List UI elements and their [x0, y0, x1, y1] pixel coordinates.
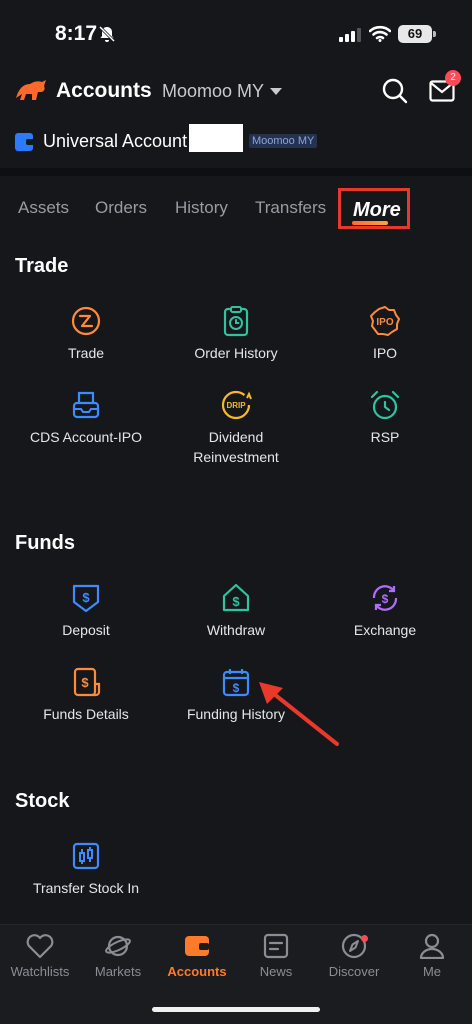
item-label: CDS Account-IPO	[29, 429, 143, 445]
transfer-stock-in-button[interactable]: Transfer Stock In	[11, 840, 161, 898]
tab-history[interactable]: History	[175, 198, 228, 218]
item-label: Transfer Stock In	[32, 880, 140, 896]
cds-account-ipo-button[interactable]: CDS Account-IPO	[11, 389, 161, 447]
deposit-icon: $	[72, 584, 100, 613]
nav-label: Accounts	[167, 964, 227, 979]
funds-details-icon: $	[73, 667, 101, 697]
alarm-clock-icon	[370, 390, 400, 420]
tab-more-label: More	[353, 199, 401, 221]
calendar-dollar-icon: $	[222, 669, 250, 697]
bell-off-icon	[98, 25, 116, 43]
nav-me[interactable]: Me	[392, 933, 472, 979]
item-label: Order History	[194, 345, 278, 361]
trade-button[interactable]: Trade	[11, 305, 161, 363]
item-label: Dividend Reinvestment	[193, 429, 279, 465]
news-icon	[263, 933, 289, 959]
heart-icon	[26, 934, 54, 959]
wallet-icon	[15, 133, 33, 151]
battery-cap	[433, 31, 436, 37]
inbox-tray-icon	[72, 391, 100, 419]
wifi-icon	[369, 25, 391, 42]
nav-label: Me	[422, 964, 442, 979]
wallet-icon	[185, 936, 209, 956]
nav-markets[interactable]: Markets	[78, 933, 158, 979]
rsp-button[interactable]: RSP	[310, 389, 460, 447]
item-label: RSP	[370, 429, 400, 445]
section-title-stock: Stock	[15, 790, 70, 812]
search-icon[interactable]	[382, 78, 408, 104]
tab-bar: Assets Orders History Transfers More	[0, 186, 472, 232]
tab-assets[interactable]: Assets	[18, 198, 69, 218]
svg-text:$: $	[81, 675, 89, 690]
cellular-signal-icon	[339, 28, 361, 42]
nav-label: News	[259, 964, 293, 979]
item-label: Exchange	[353, 622, 417, 638]
withdraw-icon: $	[222, 583, 250, 612]
exchange-icon: $	[372, 585, 398, 611]
withdraw-button[interactable]: $ Withdraw	[161, 582, 311, 640]
moomoo-bull-logo-icon	[16, 80, 46, 100]
nav-label: Markets	[94, 964, 142, 979]
home-indicator	[152, 1007, 320, 1012]
trade-icon	[71, 306, 101, 336]
item-label: Deposit	[62, 622, 110, 638]
clock: 8:17	[55, 22, 98, 45]
battery-indicator: 69	[398, 25, 432, 43]
svg-text:$: $	[233, 681, 240, 695]
header: Accounts Moomoo MY 2	[0, 70, 472, 114]
order-history-button[interactable]: Order History	[161, 305, 311, 363]
account-name: Universal Account	[43, 131, 188, 151]
page-title: Accounts	[56, 79, 152, 102]
nav-watchlists[interactable]: Watchlists	[0, 933, 80, 979]
item-label: Withdraw	[206, 622, 266, 638]
item-label: Trade	[67, 345, 105, 361]
person-icon	[419, 933, 445, 959]
section-title-trade: Trade	[15, 255, 69, 277]
funds-details-button[interactable]: $ Funds Details	[11, 666, 161, 724]
svg-text:$: $	[232, 594, 240, 609]
nav-news[interactable]: News	[236, 933, 316, 979]
nav-accounts[interactable]: Accounts	[157, 933, 237, 979]
ipo-button[interactable]: IPO IPO	[310, 305, 460, 363]
status-bar: 8:17 69	[0, 0, 472, 70]
exchange-button[interactable]: $ Exchange	[310, 582, 460, 640]
notification-dot	[361, 935, 368, 942]
svg-text:$: $	[82, 590, 90, 605]
section-title-funds: Funds	[15, 532, 75, 554]
notification-badge: 2	[445, 70, 461, 86]
stock-chart-icon	[72, 842, 100, 870]
nav-label: Watchlists	[10, 964, 70, 979]
active-tab-underline	[352, 221, 388, 225]
broker-selector[interactable]: Moomoo MY	[162, 81, 264, 102]
svg-text:$: $	[382, 592, 389, 606]
tab-transfers[interactable]: Transfers	[255, 198, 326, 218]
item-label: IPO	[372, 345, 398, 361]
clipboard-clock-icon	[223, 306, 249, 337]
ipo-icon: IPO	[370, 306, 400, 336]
tab-more[interactable]: More	[338, 188, 410, 229]
planet-icon	[105, 935, 131, 957]
account-tag: Moomoo MY	[249, 134, 318, 148]
redacted-box	[189, 124, 243, 152]
nav-label: Discover	[328, 964, 380, 979]
section-divider	[0, 168, 472, 176]
chevron-down-icon[interactable]	[270, 88, 282, 95]
nav-discover[interactable]: Discover	[314, 933, 394, 979]
item-label: Funds Details	[43, 706, 129, 722]
ipo-icon-text: IPO	[376, 317, 393, 328]
dividend-reinvestment-button[interactable]: DRIP Dividend Reinvestment	[161, 389, 311, 467]
tab-orders[interactable]: Orders	[95, 198, 147, 218]
deposit-button[interactable]: $ Deposit	[11, 582, 161, 640]
red-arrow-annotation	[259, 682, 339, 746]
drip-icon: DRIP	[221, 390, 252, 420]
drip-icon-text: DRIP	[226, 401, 246, 410]
account-row[interactable]: Universal Account Moomoo MY	[0, 124, 472, 160]
